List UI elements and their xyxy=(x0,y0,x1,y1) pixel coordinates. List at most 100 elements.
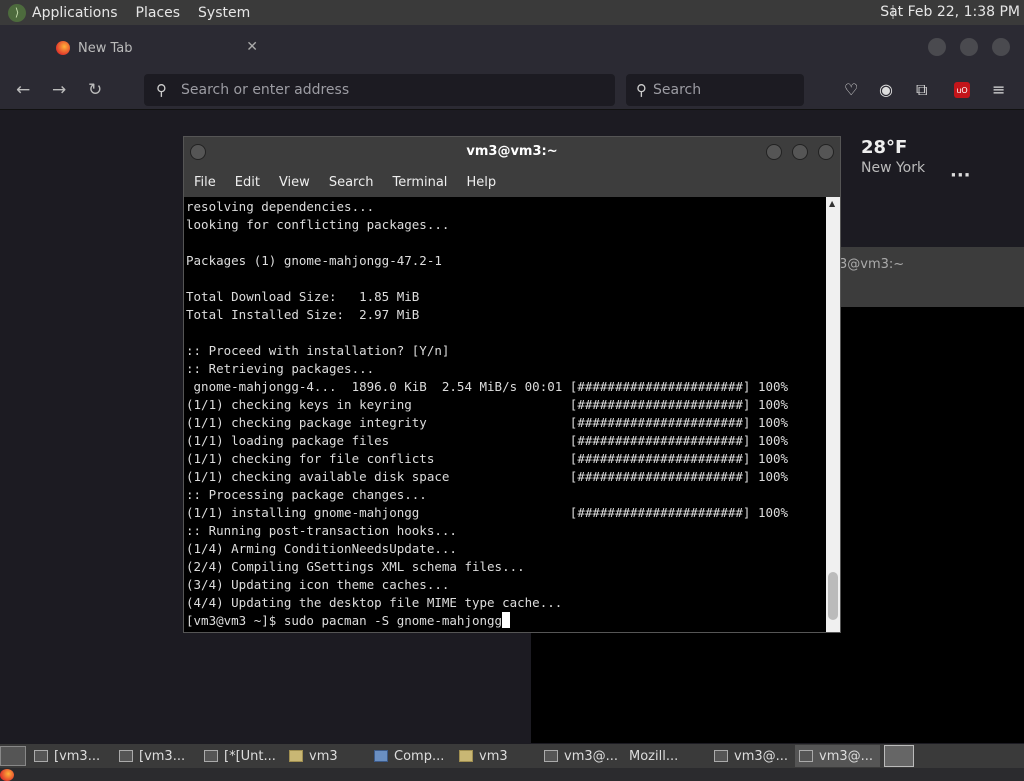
account-icon[interactable]: ◉ xyxy=(879,80,893,99)
taskbar-item-label: Mozill... xyxy=(629,748,679,764)
taskbar-item-label: vm3 xyxy=(309,748,338,764)
terminal-line: (1/1) installing gnome-mahjongg [#######… xyxy=(186,505,789,520)
taskbar-item-label: Comp... xyxy=(394,748,445,764)
terminal-window[interactable]: vm3@vm3:~ File Edit View Search Terminal… xyxy=(183,136,841,633)
terminal-menubar: File Edit View Search Terminal Help xyxy=(184,167,840,197)
taskbar-item[interactable]: vm3@... xyxy=(710,745,795,767)
menu-search[interactable]: Search xyxy=(329,175,374,190)
search-icon: ⚲ xyxy=(156,81,167,99)
terminal-line: Packages (1) gnome-mahjongg-47.2-1 xyxy=(186,253,442,268)
maximize-button[interactable] xyxy=(960,38,978,56)
weather-city: New York xyxy=(861,160,926,176)
terminal-line: :: Retrieving packages... xyxy=(186,361,375,376)
terminal-line: (3/4) Updating icon theme caches... xyxy=(186,577,450,592)
terminal-line: (1/1) checking keys in keyring [########… xyxy=(186,397,789,412)
weather-temperature: 28°F xyxy=(861,137,908,158)
folder-icon xyxy=(459,750,473,762)
close-button[interactable] xyxy=(818,144,834,160)
terminal-scrollbar[interactable]: ▲ xyxy=(826,197,840,632)
terminal-line: Total Installed Size: 2.97 MiB xyxy=(186,307,420,322)
taskbar-item-label: [*[Unt... xyxy=(224,748,276,764)
hamburger-menu-icon[interactable]: ≡ xyxy=(992,80,1005,99)
firefox-icon xyxy=(56,41,70,55)
nav-toolbar: ← → ↻ ⚲ Search or enter address ⚲ Search… xyxy=(0,70,1024,110)
taskbar-item[interactable]: vm3 xyxy=(285,745,370,767)
top-panel: ⟩ Applications Places System Sat Feb 22,… xyxy=(0,0,1024,25)
weather-widget[interactable]: 28°F New York xyxy=(861,137,925,176)
forward-icon[interactable]: → xyxy=(52,80,66,100)
window-menu-button[interactable] xyxy=(190,144,206,160)
close-window-button[interactable] xyxy=(992,38,1010,56)
url-placeholder: Search or enter address xyxy=(181,82,350,98)
taskbar-item[interactable]: [*[Unt... xyxy=(200,745,285,767)
taskbar-item-label: [vm3... xyxy=(54,748,101,764)
taskbar-item-label: vm3@... xyxy=(564,748,619,764)
more-options-icon[interactable]: ··· xyxy=(950,165,971,186)
terminal-output[interactable]: resolving dependencies... looking for con… xyxy=(184,197,827,632)
menu-edit[interactable]: Edit xyxy=(235,175,260,190)
tab-strip: New Tab ✕ xyxy=(0,25,1024,70)
taskbar-item[interactable]: Comp... xyxy=(370,745,455,767)
show-desktop-button[interactable] xyxy=(0,746,26,766)
clock[interactable]: Sat Feb 22, 1:38 PM xyxy=(880,4,1020,20)
terminal-line: (2/4) Compiling GSettings XML schema fil… xyxy=(186,559,525,574)
terminal-icon xyxy=(714,750,728,762)
scroll-up-icon[interactable]: ▲ xyxy=(829,199,835,208)
folder-icon xyxy=(289,750,303,762)
taskbar-item[interactable]: vm3@... xyxy=(795,745,880,767)
pocket-icon[interactable]: ♡ xyxy=(844,80,858,99)
maximize-button[interactable] xyxy=(792,144,808,160)
editor-icon xyxy=(204,750,218,762)
terminal-line: :: Running post-transaction hooks... xyxy=(186,523,457,538)
taskbar-item[interactable]: vm3 xyxy=(455,745,540,767)
search-icon: ⚲ xyxy=(636,81,647,99)
menu-view[interactable]: View xyxy=(279,175,310,190)
url-bar[interactable]: ⚲ Search or enter address xyxy=(144,74,615,106)
scrollbar-thumb[interactable] xyxy=(828,572,838,620)
menu-terminal[interactable]: Terminal xyxy=(392,175,447,190)
tab-title: New Tab xyxy=(78,40,133,56)
terminal-line: (1/4) Arming ConditionNeedsUpdate... xyxy=(186,541,457,556)
search-placeholder: Search xyxy=(653,82,702,98)
terminal-line: (1/1) loading package files [###########… xyxy=(186,433,789,448)
extensions-icon[interactable]: ⧉ xyxy=(916,80,927,100)
terminal-titlebar[interactable]: vm3@vm3:~ xyxy=(184,137,840,167)
terminal-line: gnome-mahjongg-4... 1896.0 KiB 2.54 MiB/… xyxy=(186,379,789,394)
taskbar-item[interactable]: Mozill... xyxy=(0,745,710,781)
workspace-switcher[interactable] xyxy=(884,745,914,767)
taskbar-item[interactable]: [vm3... xyxy=(115,745,200,767)
minimize-button[interactable] xyxy=(928,38,946,56)
menu-file[interactable]: File xyxy=(194,175,216,190)
tab-new-tab[interactable]: New Tab ✕ xyxy=(46,31,268,65)
taskbar-item[interactable]: vm3@... xyxy=(540,745,625,767)
taskbar-item-label: vm3@... xyxy=(734,748,789,764)
places-menu[interactable]: Places xyxy=(136,5,181,21)
terminal-icon xyxy=(544,750,558,762)
taskbar-item-label: vm3 xyxy=(479,748,508,764)
distro-logo-icon[interactable]: ⟩ xyxy=(8,3,26,22)
search-bar[interactable]: ⚲ Search xyxy=(626,74,804,106)
terminal-title: vm3@vm3:~ xyxy=(466,144,558,159)
window-controls xyxy=(928,38,1010,56)
system-menu[interactable]: System xyxy=(198,5,250,21)
computer-icon xyxy=(374,750,388,762)
terminal-prompt: [vm3@vm3 ~]$ sudo pacman -S gnome-mahjon… xyxy=(186,613,503,628)
menu-help[interactable]: Help xyxy=(466,175,496,190)
minimize-button[interactable] xyxy=(766,144,782,160)
terminal-icon xyxy=(119,750,133,762)
terminal-line: (1/1) checking for file conflicts [#####… xyxy=(186,451,789,466)
close-tab-icon[interactable]: ✕ xyxy=(246,39,258,55)
terminal-line: (1/1) checking package integrity [######… xyxy=(186,415,789,430)
terminal-line: looking for conflicting packages... xyxy=(186,217,450,232)
back-icon[interactable]: ← xyxy=(16,80,30,100)
ublock-origin-icon[interactable]: uO xyxy=(954,82,970,98)
terminal-icon xyxy=(34,750,48,762)
taskbar-item[interactable]: [vm3... xyxy=(30,745,115,767)
terminal-line: (1/1) checking available disk space [###… xyxy=(186,469,789,484)
applications-menu[interactable]: Applications xyxy=(32,5,118,21)
reload-icon[interactable]: ↻ xyxy=(88,80,102,100)
text-cursor xyxy=(502,612,511,628)
